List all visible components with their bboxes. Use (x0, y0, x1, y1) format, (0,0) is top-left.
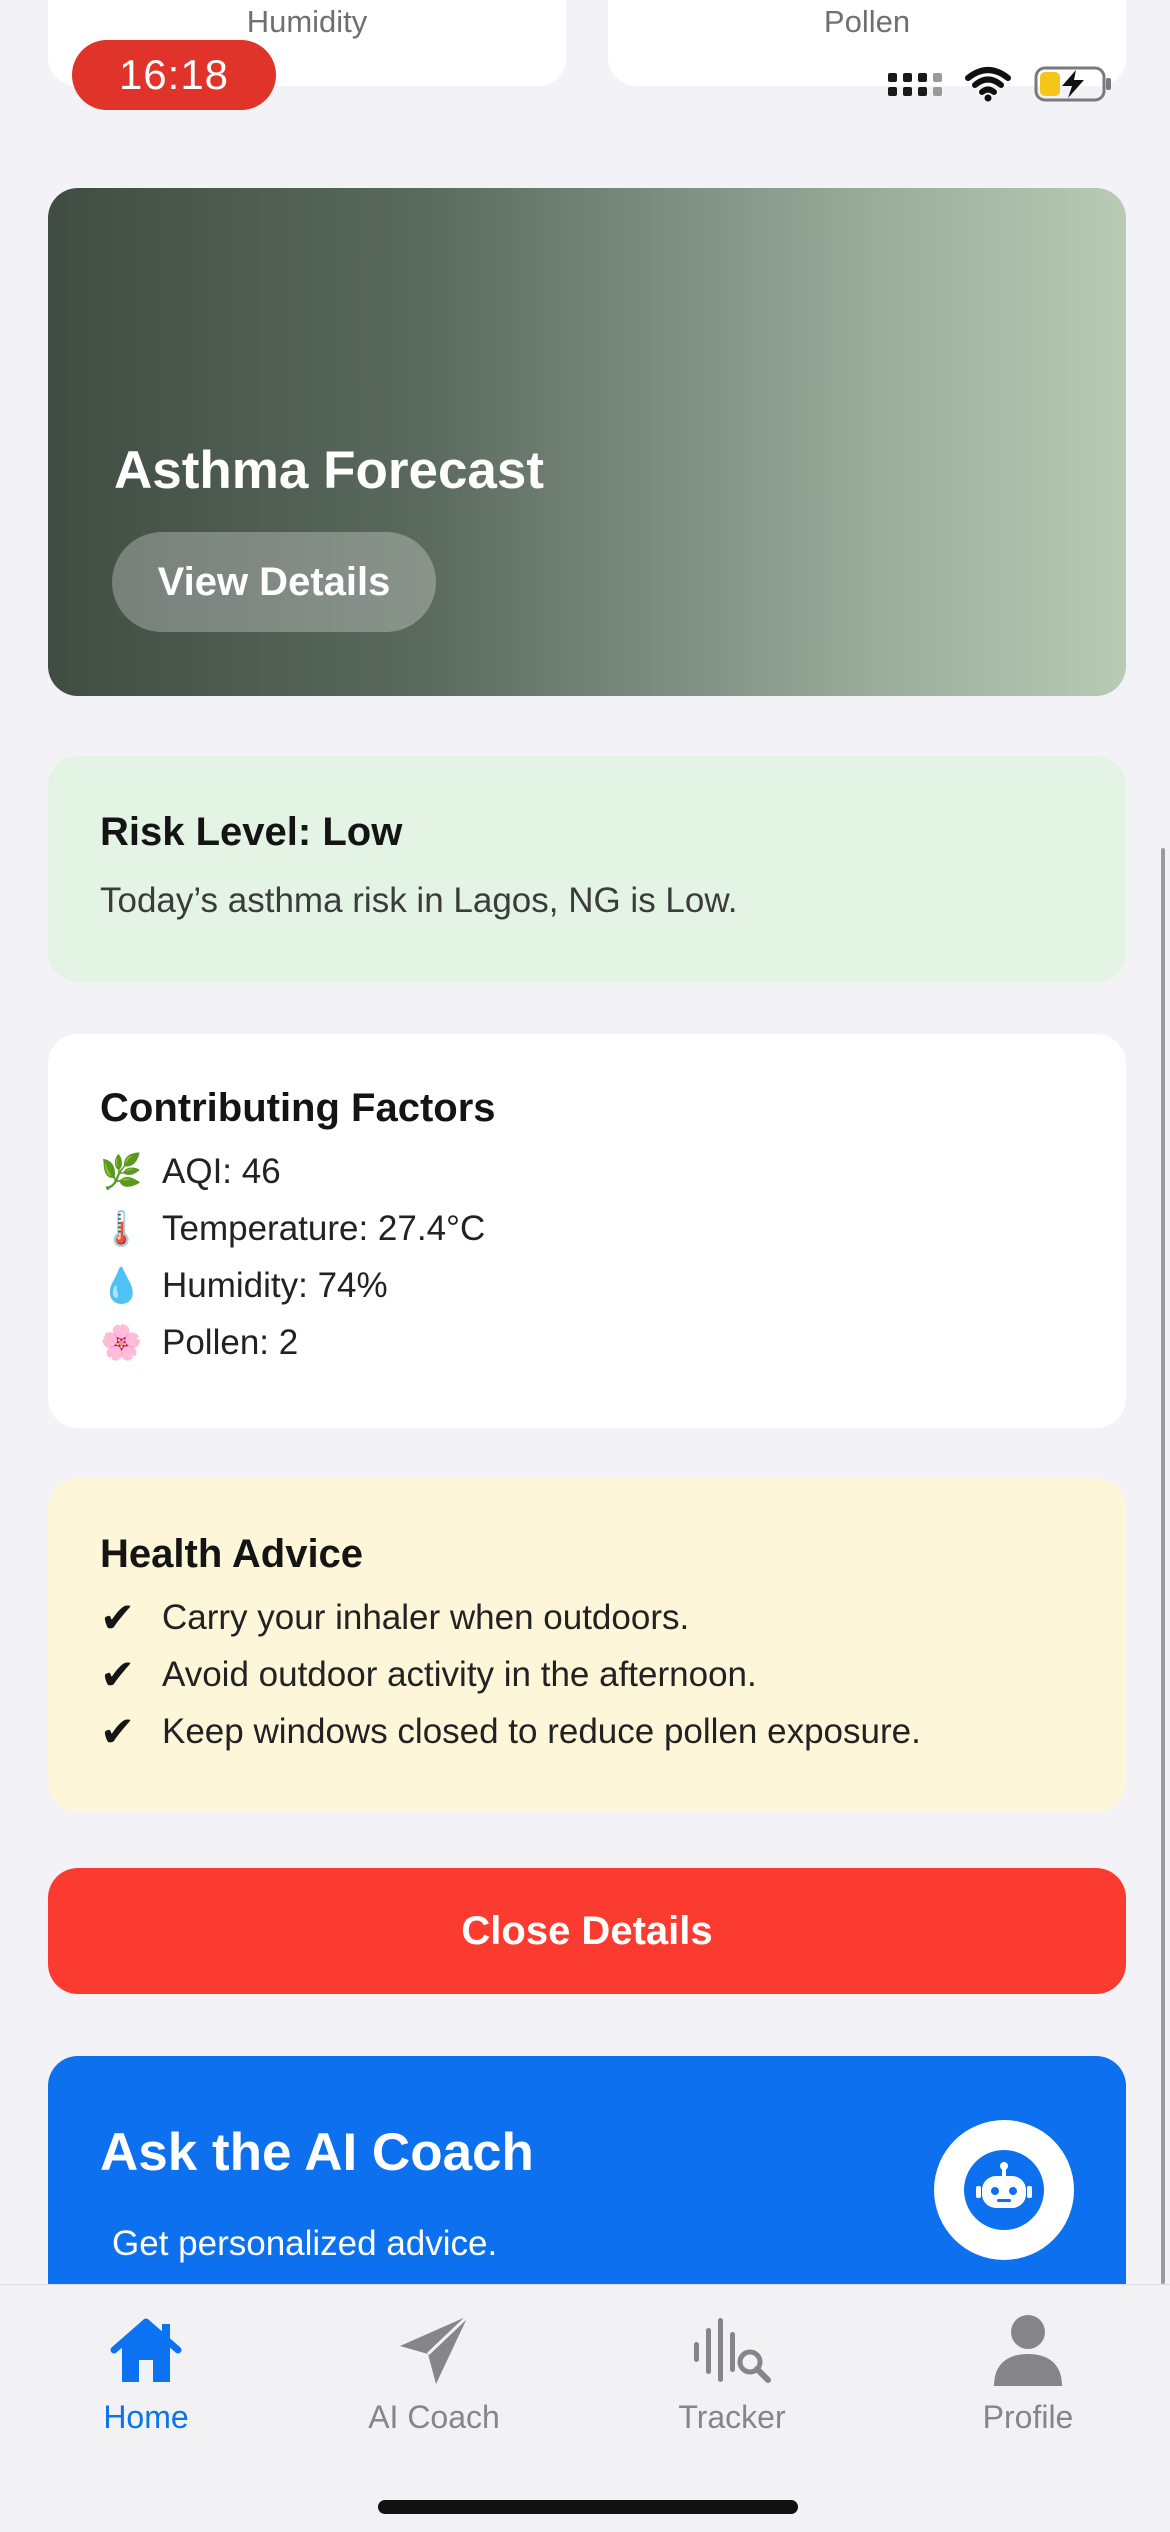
scrollbar[interactable] (1161, 848, 1165, 2284)
humidity-card-label: Humidity (246, 4, 368, 39)
tab-label: Profile (982, 2399, 1074, 2435)
tab-label: AI Coach (368, 2399, 500, 2435)
coach-subtitle: Get personalized advice. (112, 2224, 498, 2263)
coach-title: Ask the AI Coach (100, 2123, 534, 2182)
advice-item: ✔ Avoid outdoor activity in the afternoo… (100, 1646, 1126, 1703)
factors-list: 🌿 AQI: 46 🌡️ Temperature: 27.4°C 💧 Humid… (100, 1143, 1126, 1371)
thermometer-icon: 🌡️ (100, 1209, 143, 1248)
advice-heading: Health Advice (100, 1532, 364, 1576)
cellular-signal-icon (888, 72, 942, 96)
leaf-icon: 🌿 (100, 1152, 143, 1191)
paper-plane-icon (324, 2305, 544, 2395)
app-screen: Humidity Pollen 16:18 Asthma Forecast Vi… (0, 0, 1170, 2532)
close-details-button[interactable]: Close Details (48, 1868, 1126, 1994)
factor-text: Pollen: 2 (162, 1322, 299, 1362)
forecast-title: Asthma Forecast (114, 441, 545, 500)
robot-icon[interactable] (934, 2120, 1074, 2260)
factor-item-pollen: 🌸 Pollen: 2 (100, 1314, 1126, 1371)
tab-label: Home (103, 2399, 189, 2435)
tab-bar: Home AI Coach Tracker Profile (0, 2284, 1170, 2532)
wifi-icon (965, 67, 1011, 102)
advice-list: ✔ Carry your inhaler when outdoors. ✔ Av… (100, 1589, 1126, 1760)
home-indicator[interactable] (378, 2500, 798, 2514)
checkmark-icon: ✔ (100, 1708, 136, 1755)
advice-text: Avoid outdoor activity in the afternoon. (162, 1654, 757, 1694)
contributing-factors-card: Contributing Factors 🌿 AQI: 46 🌡️ Temper… (48, 1034, 1126, 1428)
house-icon (36, 2305, 256, 2395)
risk-level-heading: Risk Level: Low (100, 810, 403, 854)
status-time: 16:18 (72, 40, 276, 110)
factors-heading: Contributing Factors (100, 1086, 496, 1130)
risk-description: Today’s asthma risk in Lagos, NG is Low. (100, 881, 738, 920)
factor-item-temperature: 🌡️ Temperature: 27.4°C (100, 1200, 1126, 1257)
status-time-text: 16:18 (118, 51, 230, 98)
view-details-button[interactable]: View Details (112, 532, 436, 632)
risk-level-card: Risk Level: Low Today’s asthma risk in L… (48, 756, 1126, 982)
advice-item: ✔ Carry your inhaler when outdoors. (100, 1589, 1126, 1646)
waveform-search-icon (622, 2305, 842, 2395)
advice-text: Carry your inhaler when outdoors. (162, 1597, 690, 1637)
checkmark-icon: ✔ (100, 1594, 136, 1641)
droplet-icon: 💧 (100, 1266, 143, 1305)
factor-item-aqi: 🌿 AQI: 46 (100, 1143, 1126, 1200)
factor-item-humidity: 💧 Humidity: 74% (100, 1257, 1126, 1314)
factor-text: Temperature: 27.4°C (162, 1208, 486, 1248)
health-advice-card: Health Advice ✔ Carry your inhaler when … (48, 1478, 1126, 1812)
blossom-icon: 🌸 (100, 1323, 143, 1362)
factor-text: AQI: 46 (162, 1151, 281, 1191)
factor-text: Humidity: 74% (162, 1265, 388, 1305)
person-icon (918, 2305, 1138, 2395)
tab-ai-coach[interactable]: AI Coach (324, 2305, 544, 2436)
advice-item: ✔ Keep windows closed to reduce pollen e… (100, 1703, 1126, 1760)
tab-home[interactable]: Home (36, 2305, 256, 2436)
battery-charging-icon (1034, 66, 1111, 102)
pollen-card-label: Pollen (823, 4, 911, 39)
tab-profile[interactable]: Profile (918, 2305, 1138, 2436)
tab-tracker[interactable]: Tracker (622, 2305, 842, 2436)
asthma-forecast-banner: Asthma Forecast View Details (48, 188, 1126, 696)
status-icons (888, 64, 1114, 104)
advice-text: Keep windows closed to reduce pollen exp… (162, 1711, 921, 1751)
tab-label: Tracker (678, 2399, 786, 2435)
checkmark-icon: ✔ (100, 1651, 136, 1698)
